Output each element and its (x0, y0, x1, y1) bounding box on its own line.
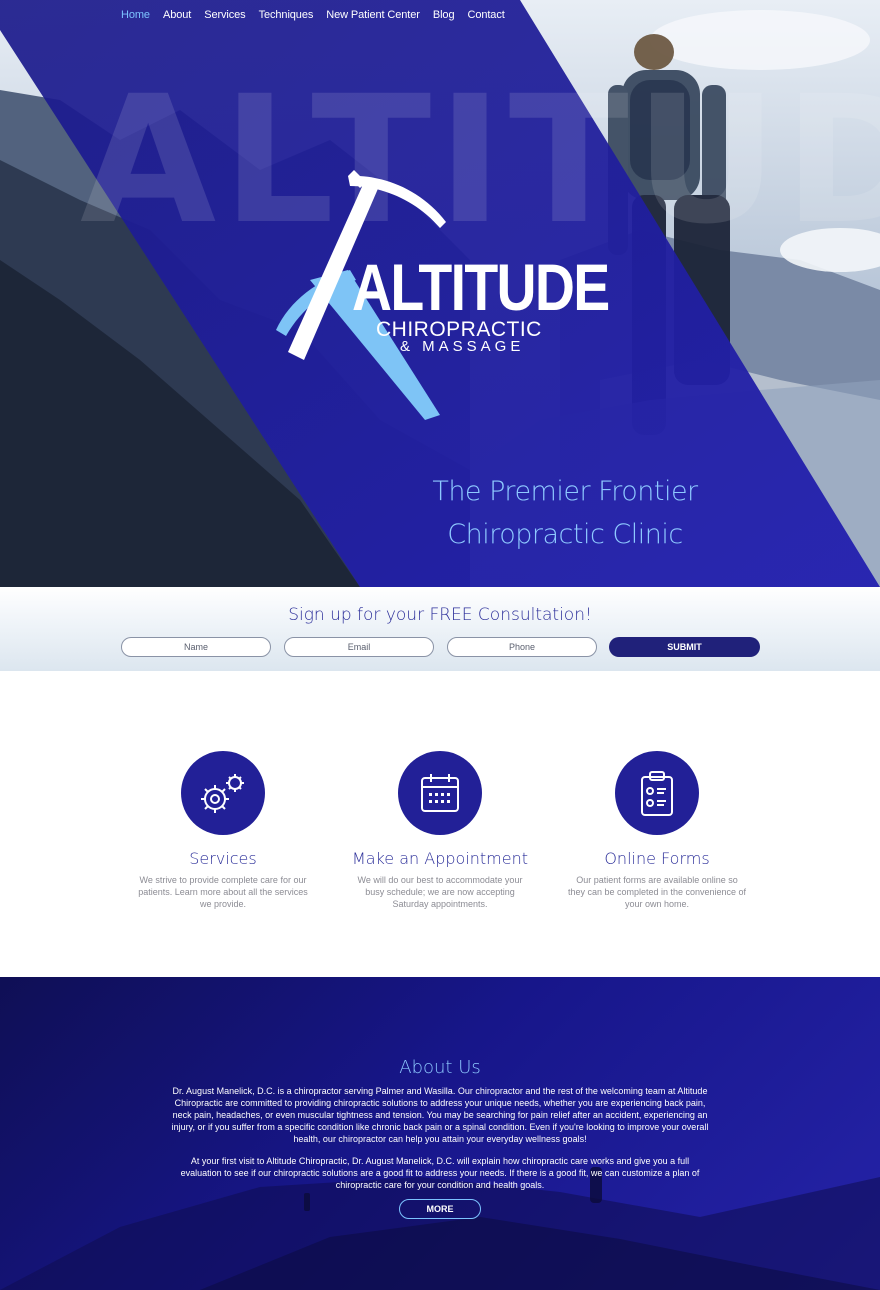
submit-button[interactable]: SUBMIT (609, 637, 760, 657)
logo-subtitle-massage: & MASSAGE (400, 338, 525, 355)
about-section: About Us Dr. August Manelick, D.C. is a … (0, 977, 880, 1290)
nav-item-blog[interactable]: Blog (433, 9, 455, 21)
calendar-icon (421, 774, 459, 812)
brand-logo: ALTITUDE CHIROPRACTIC & MASSAGE (270, 170, 620, 425)
nav-item-services[interactable]: Services (204, 9, 245, 21)
email-field[interactable] (284, 637, 434, 657)
feature-online-forms[interactable]: Online Forms Our patient forms are avail… (567, 751, 747, 910)
hero-tagline-line2: Chiropractic Clinic (447, 519, 683, 550)
nav-item-about[interactable]: About (163, 9, 191, 21)
feature-appointment-title[interactable]: Make an Appointment (350, 849, 530, 868)
logo-wordmark: ALTITUDE (352, 250, 610, 324)
feature-services-circle[interactable] (181, 751, 265, 835)
features-section: Services We strive to provide complete c… (0, 671, 880, 977)
feature-appointment-description: We will do our best to accommodate your … (357, 875, 523, 909)
hero-tagline: The Premier Frontier Chiropractic Clinic (420, 470, 710, 556)
hero-tagline-line1: The Premier Frontier (432, 476, 698, 507)
feature-appointment[interactable]: Make an Appointment We will do our best … (350, 751, 530, 910)
feature-online-forms-description: Our patient forms are available online s… (567, 875, 747, 909)
name-field[interactable] (121, 637, 271, 657)
nav-item-new-patient-center[interactable]: New Patient Center (326, 9, 420, 21)
about-paragraph-1: Dr. August Manelick, D.C. is a chiroprac… (171, 1086, 709, 1144)
about-title: About Us (399, 1057, 481, 1078)
feature-online-forms-circle[interactable] (615, 751, 699, 835)
phone-field[interactable] (447, 637, 597, 657)
nav-item-home[interactable]: Home (121, 9, 150, 21)
clipboard-icon (641, 771, 673, 816)
feature-appointment-circle[interactable] (398, 751, 482, 835)
about-paragraph-2: At your first visit to Altitude Chiropra… (180, 1156, 700, 1190)
nav-item-techniques[interactable]: Techniques (259, 9, 314, 21)
hero-section: ALTITUDE Home About Services Techniques … (0, 0, 880, 587)
more-button[interactable]: MORE (399, 1199, 481, 1219)
feature-online-forms-title[interactable]: Online Forms (567, 849, 747, 868)
gears-icon (201, 774, 244, 813)
feature-services-title[interactable]: Services (133, 849, 313, 868)
feature-services-description: We strive to provide complete care for o… (138, 875, 308, 909)
main-nav: Home About Services Techniques New Patie… (121, 9, 518, 21)
feature-services[interactable]: Services We strive to provide complete c… (133, 751, 313, 910)
nav-item-contact[interactable]: Contact (467, 9, 504, 21)
signup-title: Sign up for your FREE Consultation! (288, 605, 592, 625)
consultation-signup-section: Sign up for your FREE Consultation! SUBM… (0, 587, 880, 671)
